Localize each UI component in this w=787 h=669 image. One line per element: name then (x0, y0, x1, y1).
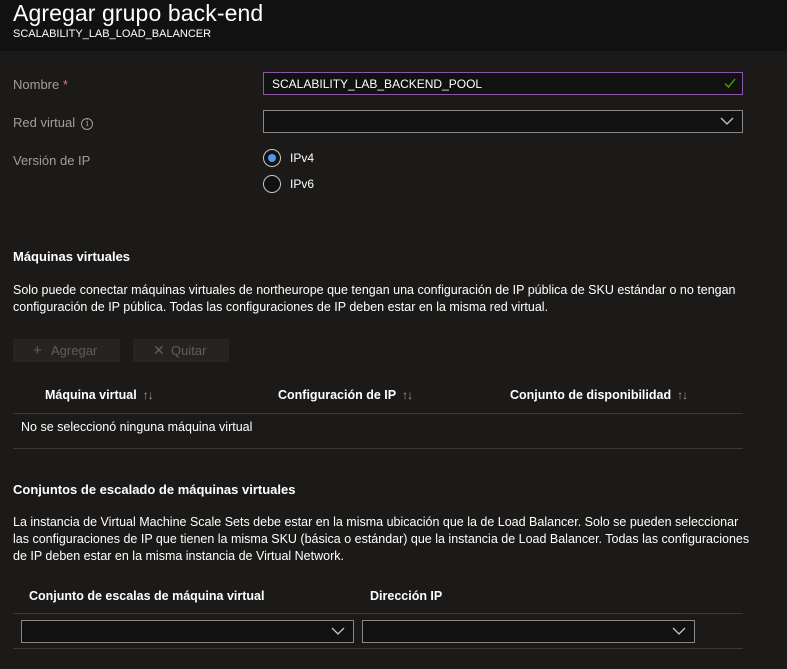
vms-section-title: Máquinas virtuales (13, 249, 131, 264)
vnet-label: Red virtual i (13, 115, 94, 130)
chevron-down-icon (720, 117, 734, 125)
chevron-down-icon (672, 627, 686, 635)
vnet-label-text: Red virtual (13, 115, 76, 130)
chevron-down-icon (331, 627, 345, 635)
remove-button[interactable]: ✕ Quitar (133, 339, 229, 362)
vms-description: Solo puede conectar máquinas virtuales d… (13, 283, 736, 314)
radio-ipv6-label[interactable]: IPv6 (290, 177, 314, 191)
table-divider (13, 648, 743, 649)
radio-ipv6[interactable] (263, 175, 281, 193)
empty-table-message: No se seleccionó ninguna máquina virtual (21, 420, 253, 434)
page-subtitle: SCALABILITY_LAB_LOAD_BALANCER (13, 28, 212, 40)
vnet-select[interactable] (263, 110, 743, 133)
plus-icon: + (33, 342, 42, 359)
close-icon: ✕ (153, 342, 165, 358)
column-header-vm-label: Máquina virtual (45, 388, 137, 402)
add-button-label: Agregar (51, 343, 98, 358)
ip-address-select[interactable] (362, 620, 695, 643)
column-header-availability-set[interactable]: Conjunto de disponibilidad ↑↓ (510, 388, 688, 402)
radio-ipv4[interactable] (263, 149, 281, 167)
name-input-value: SCALABILITY_LAB_BACKEND_POOL (272, 77, 483, 91)
column-header-availability-set-label: Conjunto de disponibilidad (510, 388, 672, 402)
name-input[interactable]: SCALABILITY_LAB_BACKEND_POOL (263, 72, 743, 95)
column-header-ip-config-label: Configuración de IP (278, 388, 397, 402)
add-button[interactable]: + Agregar (13, 339, 120, 362)
radio-ipv4-label[interactable]: IPv4 (290, 151, 314, 165)
vmss-section-title: Conjuntos de escalado de máquinas virtua… (13, 482, 296, 497)
vmss-description: La instancia de Virtual Machine Scale Se… (13, 515, 750, 563)
column-header-ip-config[interactable]: Configuración de IP ↑↓ (278, 388, 413, 402)
column-header-vm[interactable]: Máquina virtual ↑↓ (45, 388, 154, 402)
page-header: Agregar grupo back-end SCALABILITY_LAB_L… (0, 0, 787, 51)
sort-icon[interactable]: ↑↓ (143, 388, 154, 402)
name-label-text: Nombre (13, 77, 60, 92)
column-header-ip-address: Dirección IP (370, 589, 443, 603)
sort-icon[interactable]: ↑↓ (402, 388, 413, 402)
scale-set-select[interactable] (21, 620, 354, 643)
sort-icon[interactable]: ↑↓ (677, 388, 688, 402)
ip-version-label: Versión de IP (13, 153, 91, 168)
column-header-scale-set: Conjunto de escalas de máquina virtual (29, 589, 265, 603)
check-icon (724, 78, 736, 88)
required-marker: * (62, 77, 68, 92)
table-divider (13, 613, 743, 614)
name-label: Nombre * (13, 77, 68, 92)
page-title: Agregar grupo back-end (13, 0, 264, 26)
table-divider (13, 413, 743, 414)
info-icon[interactable]: i (81, 118, 94, 130)
table-divider (13, 448, 743, 449)
